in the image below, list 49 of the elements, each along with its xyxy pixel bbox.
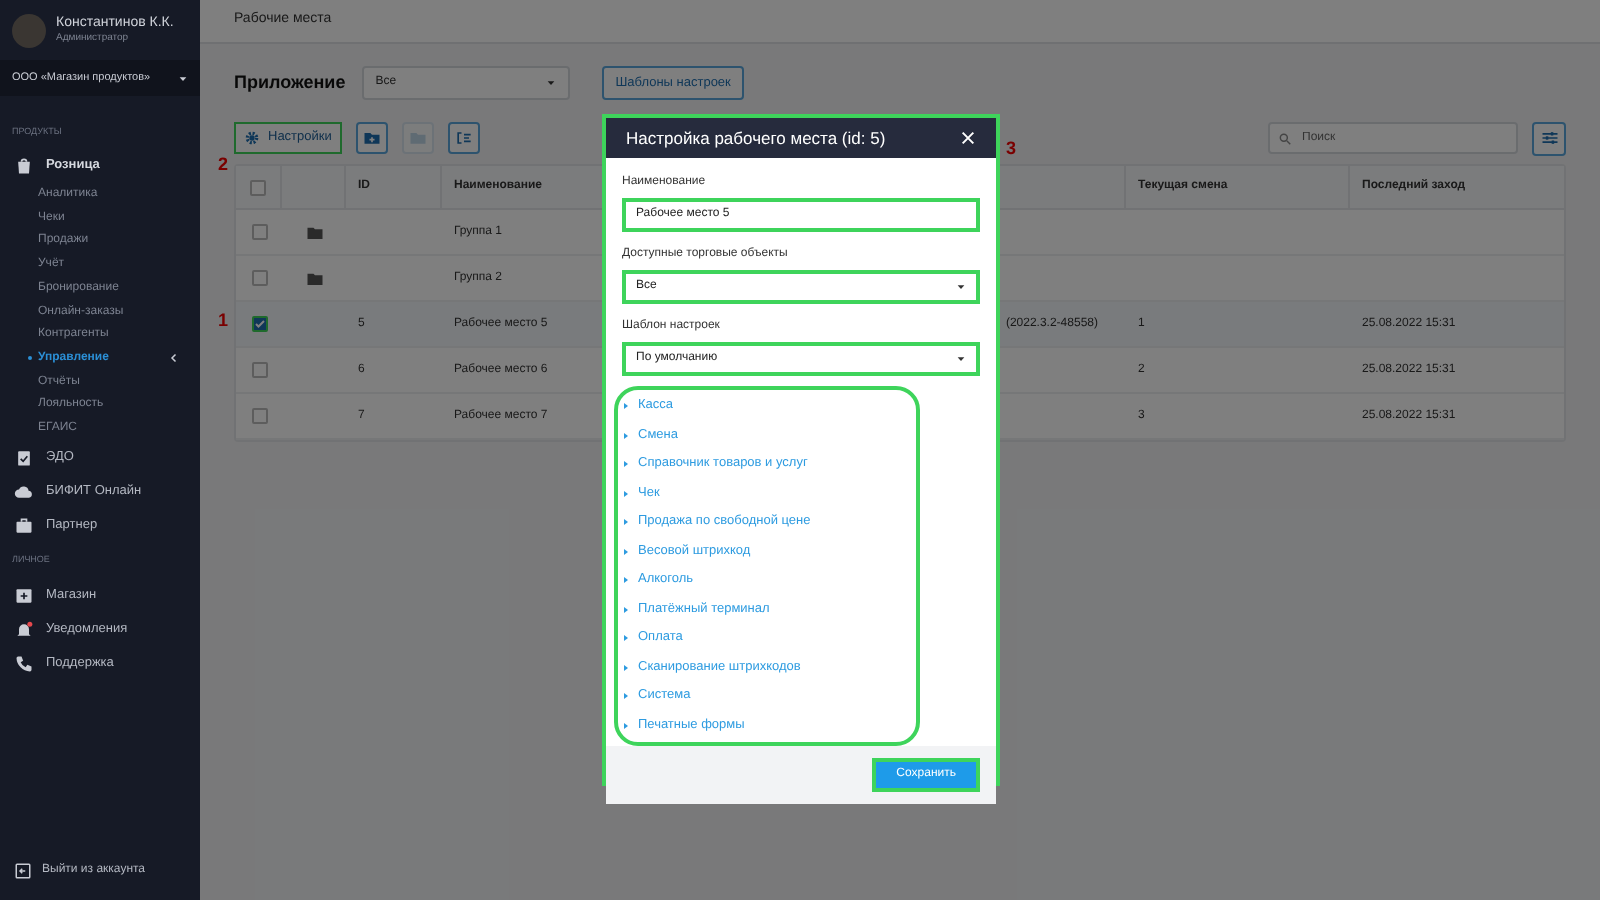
checkbox[interactable]	[251, 270, 267, 286]
logout-icon	[14, 861, 32, 879]
clipboard-icon	[14, 447, 34, 468]
triangle-icon	[622, 634, 630, 643]
avatar	[12, 13, 46, 47]
checkbox[interactable]	[250, 179, 266, 195]
triangle-icon	[622, 547, 630, 556]
checkbox[interactable]	[251, 316, 267, 332]
chevron-left-icon	[168, 352, 180, 365]
store-icon	[14, 585, 34, 606]
cloud-icon	[14, 481, 34, 502]
search-icon	[1278, 131, 1292, 145]
triangle-icon	[622, 518, 630, 527]
checkbox[interactable]	[251, 408, 267, 424]
phone-icon	[14, 653, 34, 674]
checkbox[interactable]	[251, 224, 267, 240]
check-icon	[253, 318, 265, 330]
caret-icon	[956, 354, 966, 364]
list-button[interactable]	[447, 122, 480, 154]
filter-button[interactable]	[1532, 121, 1566, 155]
filter-label: Приложение	[234, 69, 346, 96]
list-icon	[453, 128, 474, 148]
triangle-icon	[622, 576, 630, 585]
triangle-icon	[622, 489, 630, 498]
annotation-number: 3	[1006, 138, 1017, 158]
caret-icon	[178, 73, 188, 83]
annotation-number: 1	[218, 310, 229, 330]
bell-icon	[14, 619, 34, 640]
annotation-number: 2	[218, 154, 229, 174]
triangle-icon	[622, 431, 630, 440]
bag-icon	[14, 156, 34, 177]
caret-icon	[545, 78, 556, 88]
caret-icon	[956, 282, 966, 292]
folder-icon	[305, 269, 323, 287]
gear-icon	[244, 130, 260, 146]
triangle-icon	[622, 663, 630, 672]
triangle-icon	[622, 460, 630, 469]
sliders-icon	[1539, 128, 1559, 148]
add-folder-icon	[361, 128, 382, 148]
triangle-icon	[622, 605, 630, 614]
folder-icon	[305, 223, 323, 241]
add-folder-button[interactable]	[355, 122, 388, 154]
dialog-title: Настройка рабочего места (id: 5)	[626, 125, 886, 151]
briefcase-icon	[14, 515, 34, 536]
triangle-icon	[622, 692, 630, 701]
close-icon	[960, 130, 976, 146]
triangle-icon	[622, 721, 630, 730]
triangle-icon	[622, 402, 630, 411]
checkbox[interactable]	[251, 362, 267, 378]
